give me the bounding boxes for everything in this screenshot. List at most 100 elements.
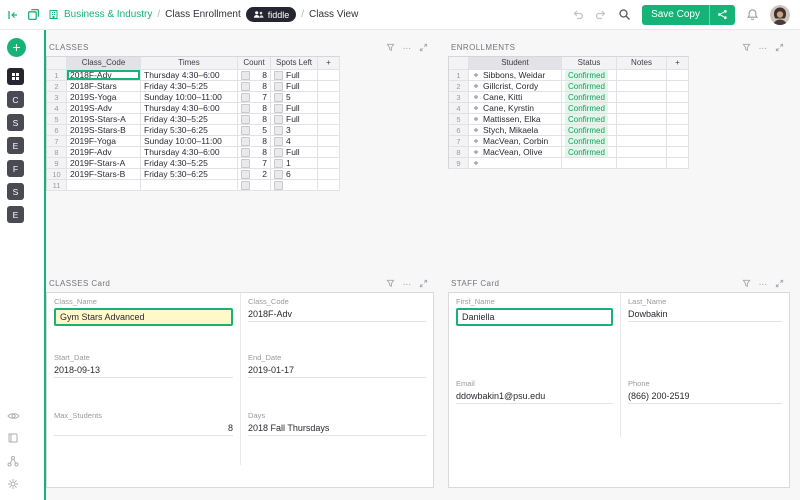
cell-count[interactable]: 7 [238,158,271,169]
add-new-button[interactable]: + [7,38,26,57]
filter-icon[interactable] [386,43,395,52]
row-number[interactable]: 4 [47,103,67,114]
cell-spots-left[interactable] [271,180,318,191]
column-header-student[interactable]: Student [469,57,562,70]
cell-class-code[interactable]: 2018F-Adv [67,70,141,81]
cell-count[interactable]: 8 [238,136,271,147]
filter-icon[interactable] [386,279,395,288]
cell-empty[interactable] [318,125,340,136]
cell-times[interactable]: Friday 4:30–5:25 [141,158,238,169]
cell-empty[interactable] [318,70,340,81]
column-header-status[interactable]: Status [562,57,617,70]
cell-empty[interactable] [318,180,340,191]
column-header-notes[interactable]: Notes [617,57,667,70]
cell-spots-left[interactable]: 1 [271,158,318,169]
settings-gear-icon[interactable] [7,478,20,490]
row-number[interactable]: 8 [47,147,67,158]
page-item[interactable]: S [7,114,24,131]
data-nodes-icon[interactable] [7,455,20,467]
field-value-class-name[interactable]: Gym Stars Advanced [54,308,233,326]
cell-count[interactable] [238,180,271,191]
panel-resizer[interactable] [44,30,46,500]
cell-class-code[interactable]: 2019S-Adv [67,103,141,114]
cell-empty[interactable] [667,103,689,114]
page-item-active[interactable] [7,68,24,85]
more-menu-icon[interactable]: ... [759,280,767,286]
cell-empty[interactable] [318,136,340,147]
cell-empty[interactable] [318,103,340,114]
cell-empty[interactable] [667,136,689,147]
row-number[interactable]: 2 [47,81,67,92]
cell-class-code[interactable]: 2019F-Stars-A [67,158,141,169]
field-value-email[interactable]: ddowbakin1@psu.edu [456,391,613,404]
cell-student[interactable] [469,158,562,169]
column-header-spots-left[interactable]: Spots Left [271,57,318,70]
cell-empty[interactable] [667,92,689,103]
cell-times[interactable]: Friday 4:30–5:25 [141,114,238,125]
cell-student[interactable]: Gillcrist, Cordy [469,81,562,92]
cell-count[interactable]: 2 [238,169,271,180]
cell-status[interactable]: Confirmed [562,103,617,114]
cell-notes[interactable] [617,92,667,103]
collapse-panel-icon[interactable] [7,9,19,21]
cell-spots-left[interactable]: Full [271,103,318,114]
row-number[interactable]: 9 [449,158,469,169]
expand-widget-icon[interactable] [419,43,428,52]
breadcrumb-page[interactable]: Class View [309,9,358,20]
breadcrumb-doc[interactable]: Class Enrollment [165,9,241,20]
share-icon[interactable] [710,9,735,20]
user-avatar[interactable] [770,5,790,25]
doc-list-icon[interactable] [27,8,40,21]
cell-spots-left[interactable]: 6 [271,169,318,180]
row-number[interactable]: 11 [47,180,67,191]
add-column-header[interactable]: + [667,57,689,70]
filter-icon[interactable] [742,43,751,52]
page-item[interactable]: F [7,160,24,177]
notifications-bell-icon[interactable] [746,8,759,21]
cell-times[interactable]: Thursday 4:30–6:00 [141,103,238,114]
cell-class-code[interactable]: 2018F-Stars [67,81,141,92]
cell-status[interactable]: Confirmed [562,114,617,125]
row-number[interactable]: 2 [449,81,469,92]
cell-student[interactable]: MacVean, Corbin [469,136,562,147]
add-column-header[interactable]: + [318,57,340,70]
more-menu-icon[interactable]: ... [403,280,411,286]
row-number[interactable]: 4 [449,103,469,114]
page-item[interactable]: E [7,137,24,154]
cell-times[interactable]: Friday 5:30–6:25 [141,125,238,136]
row-number[interactable]: 1 [449,70,469,81]
cell-notes[interactable] [617,81,667,92]
cell-times[interactable]: Sunday 10:00–11:00 [141,136,238,147]
eye-icon[interactable] [7,411,20,421]
cell-empty[interactable] [667,125,689,136]
cell-class-code[interactable]: 2019F-Stars-B [67,169,141,180]
field-value-first-name[interactable]: Daniella [456,308,613,326]
cell-times[interactable]: Thursday 4:30–6:00 [141,70,238,81]
cell-count[interactable]: 8 [238,70,271,81]
cell-times[interactable]: Thursday 4:30–6:00 [141,147,238,158]
cell-spots-left[interactable]: Full [271,114,318,125]
redo-icon[interactable] [595,9,607,21]
column-header-class-code[interactable]: Class_Code [67,57,141,70]
cell-student[interactable]: MacVean, Olive [469,147,562,158]
row-number[interactable]: 9 [47,158,67,169]
cell-status[interactable]: Confirmed [562,70,617,81]
cell-status[interactable]: Confirmed [562,81,617,92]
cell-empty[interactable] [667,70,689,81]
row-number[interactable]: 7 [449,136,469,147]
tutorial-book-icon[interactable] [7,432,20,444]
filter-icon[interactable] [742,279,751,288]
row-number[interactable]: 5 [47,114,67,125]
field-value-last-name[interactable]: Dowbakin [628,309,782,322]
cell-class-code[interactable]: 2019F-Adv [67,147,141,158]
cell-empty[interactable] [667,147,689,158]
expand-widget-icon[interactable] [775,43,784,52]
field-value-end-date[interactable]: 2019-01-17 [248,365,426,378]
cell-count[interactable]: 7 [238,92,271,103]
cell-student[interactable]: Cane, Kyrstin [469,103,562,114]
cell-times[interactable]: Sunday 10:00–11:00 [141,92,238,103]
column-header-count[interactable]: Count [238,57,271,70]
row-number[interactable]: 3 [449,92,469,103]
cell-spots-left[interactable]: 5 [271,92,318,103]
cell-empty[interactable] [667,158,689,169]
